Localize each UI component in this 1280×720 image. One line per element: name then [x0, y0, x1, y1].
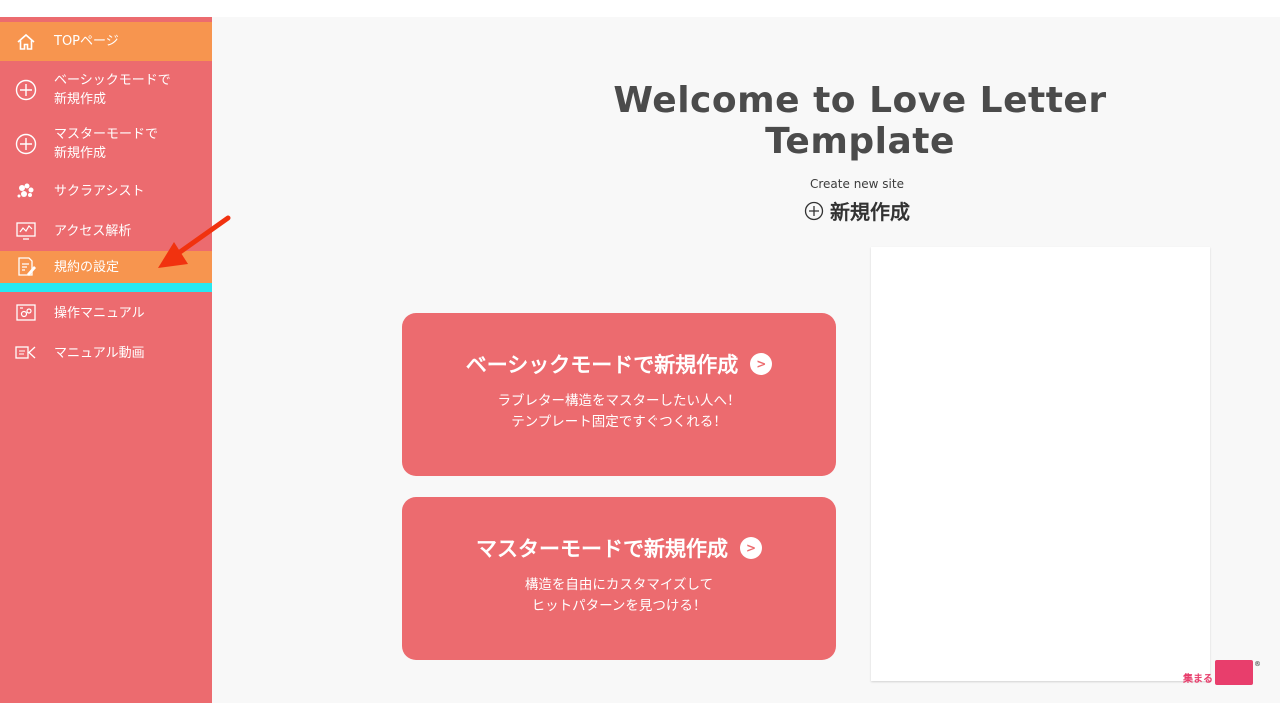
sidebar-item-manual-video[interactable]: マニュアル動画	[0, 339, 212, 367]
sidebar-item-basic-create[interactable]: ベーシックモードで 新規作成	[0, 67, 212, 112]
plus-circle-icon	[15, 79, 37, 101]
card-title: ベーシックモードで新規作成 >	[402, 349, 836, 379]
highlight-underline	[0, 283, 212, 292]
sidebar-item-label: マスターモードで 新規作成	[54, 126, 159, 161]
cherry-blossom-icon	[15, 180, 37, 202]
master-mode-create-card[interactable]: マスターモードで新規作成 > 構造を自由にカスタマイズして ヒットパターンを見つ…	[402, 497, 836, 660]
sidebar-item-label: TOPページ	[54, 34, 119, 49]
home-icon	[15, 31, 37, 53]
create-new-label: 新規作成	[830, 200, 910, 224]
sidebar-item-sakura-assist[interactable]: サクラアシスト	[0, 177, 212, 205]
brand-logo: 集まる 集客 ®	[1183, 660, 1261, 686]
logo-text-small: 集まる	[1183, 674, 1213, 685]
plus-circle-icon	[804, 201, 824, 220]
sidebar-item-label: 操作マニュアル	[54, 305, 145, 321]
card-title: マスターモードで新規作成 >	[402, 533, 836, 563]
sidebar-item-manual[interactable]: 操作マニュアル	[0, 299, 212, 327]
basic-mode-create-card[interactable]: ベーシックモードで新規作成 > ラブレター構造をマスターしたい人へ！ テンプレー…	[402, 313, 836, 476]
analytics-monitor-icon	[15, 220, 37, 242]
card-title-text: マスターモードで新規作成	[476, 537, 728, 561]
red-arrow-annotation-icon	[158, 215, 231, 268]
sidebar-item-master-create[interactable]: マスターモードで 新規作成	[0, 121, 212, 166]
sidebar-item-label: アクセス解析	[54, 223, 132, 239]
chevron-right-icon: >	[750, 353, 773, 375]
sidebar: TOPページ ベーシックモードで 新規作成 マスターモードで 新規作成 サクラア…	[0, 17, 212, 703]
logo-text-big: 集客	[1215, 660, 1253, 686]
create-new-heading: 新規作成	[757, 196, 957, 225]
chevron-right-icon: >	[740, 537, 762, 559]
sidebar-item-top[interactable]: TOPページ	[0, 22, 212, 61]
create-new-site-caption: Create new site	[810, 177, 904, 191]
sidebar-item-label: 規約の設定	[54, 259, 120, 275]
logo-registered-mark: ®	[1254, 660, 1261, 668]
video-icon	[15, 342, 37, 364]
manual-icon	[15, 302, 37, 324]
card-description: 構造を自由にカスタマイズして ヒットパターンを見つける！	[524, 577, 714, 614]
document-edit-icon	[15, 256, 37, 278]
sidebar-item-label: ベーシックモードで 新規作成	[54, 72, 171, 107]
page-title: Welcome to Love Letter Template	[613, 80, 1107, 162]
card-title-text: ベーシックモードで新規作成	[465, 353, 739, 377]
sidebar-item-label: マニュアル動画	[54, 345, 145, 361]
template-preview-panel	[871, 247, 1210, 681]
sidebar-item-label: サクラアシスト	[54, 183, 145, 199]
card-description: ラブレター構造をマスターしたい人へ！ テンプレート固定ですぐつくれる！	[497, 393, 741, 430]
plus-circle-icon	[15, 133, 37, 155]
